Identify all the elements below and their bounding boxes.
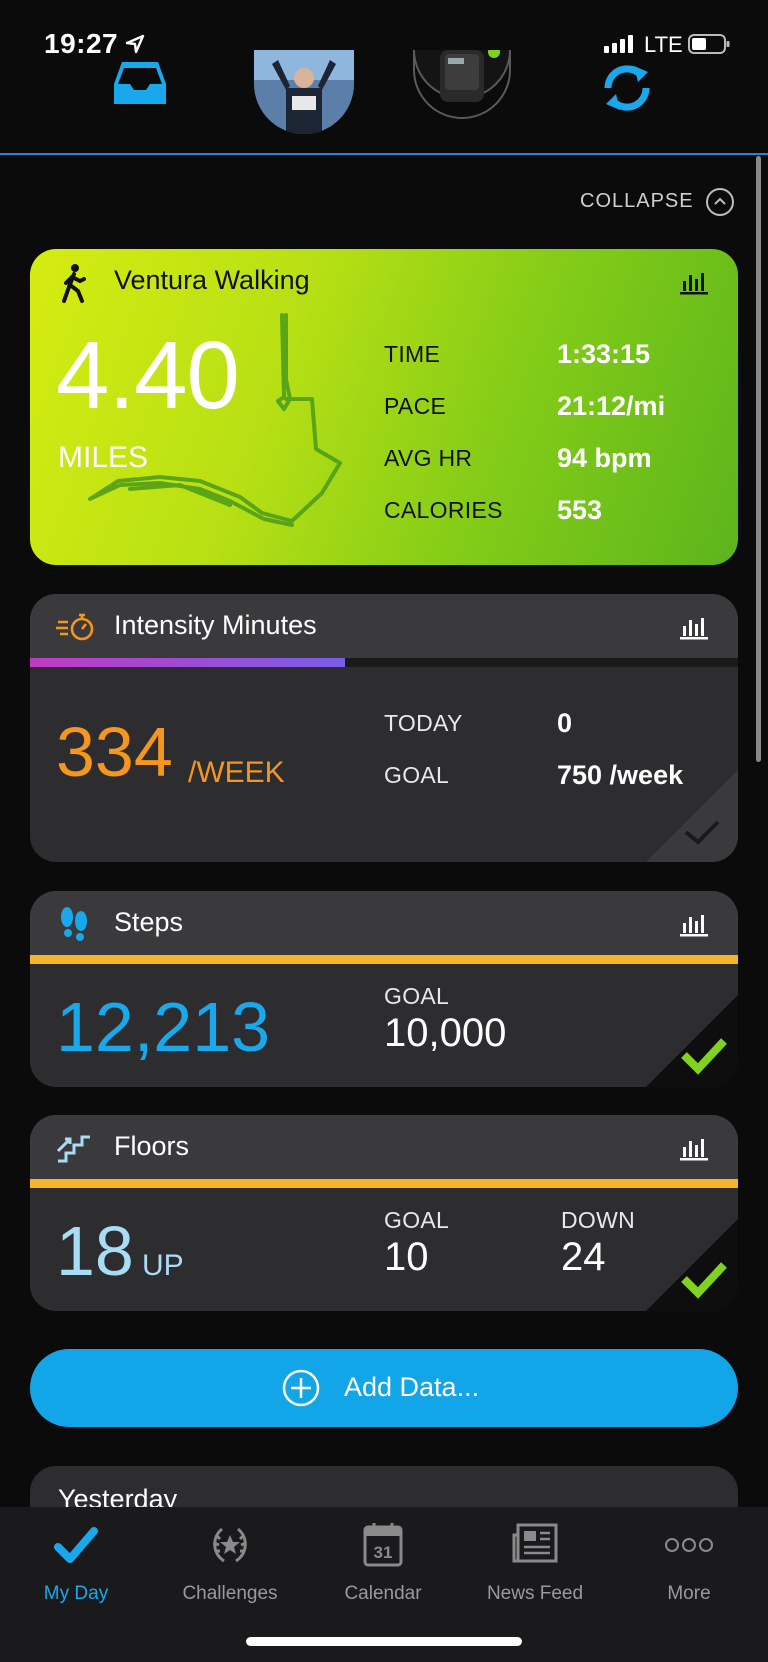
activity-title: Ventura Walking	[114, 265, 310, 295]
metric-value: 1:33:15	[557, 339, 651, 369]
floors-progress-fill	[30, 1179, 738, 1188]
newspaper-icon	[512, 1523, 558, 1563]
metric-value: 21:12/mi	[557, 391, 666, 421]
sync-icon[interactable]	[598, 62, 656, 114]
steps-value: 12,213	[56, 988, 271, 1066]
down-label: DOWN	[561, 1207, 636, 1233]
goal-incomplete-check-icon	[646, 770, 738, 862]
tab-label: News Feed	[486, 1583, 584, 1604]
metric-label: AVG HR	[384, 445, 473, 471]
battery-icon	[688, 34, 730, 54]
activity-unit: MILES	[58, 441, 149, 474]
tab-label: More	[667, 1583, 711, 1604]
metric-label: TIME	[384, 341, 441, 367]
calendar-icon-date: 31	[373, 1543, 393, 1562]
tab-label: My Day	[43, 1583, 109, 1604]
floors-title: Floors	[114, 1131, 190, 1161]
goal-value: 10	[384, 1235, 429, 1279]
network-type: LTE	[644, 32, 683, 57]
metric-value: 553	[557, 495, 603, 525]
more-dots-icon	[665, 1538, 713, 1552]
chart-icon[interactable]	[680, 269, 708, 295]
walking-icon	[62, 264, 86, 303]
activity-card[interactable]: Ventura Walking 4.40 MILES TIME 1:33:15 …	[30, 249, 738, 565]
signal-strength-icon	[604, 35, 633, 53]
laurel-icon	[213, 1527, 247, 1563]
today-label: TODAY	[384, 710, 463, 736]
profile-avatar[interactable]	[254, 50, 354, 134]
collapse-button[interactable]	[706, 188, 734, 216]
footprints-icon	[61, 907, 87, 941]
stopwatch-icon	[56, 613, 94, 641]
steps-title: Steps	[114, 907, 184, 937]
location-arrow-icon	[125, 34, 145, 54]
chart-icon[interactable]	[680, 614, 708, 640]
collapse-label[interactable]: COLLAPSE	[580, 190, 694, 213]
today-value: 0	[557, 708, 573, 738]
chart-icon[interactable]	[680, 911, 708, 937]
chart-icon[interactable]	[680, 1135, 708, 1161]
add-data-label: Add Data...	[344, 1372, 480, 1402]
checkmark-icon	[54, 1527, 98, 1563]
floors-card[interactable]: Floors 18 UP GOAL 10 DOWN 24	[30, 1115, 738, 1311]
goal-complete-check-icon	[646, 995, 738, 1087]
goal-label: GOAL	[384, 762, 450, 788]
intensity-progress-fill	[30, 658, 346, 667]
tab-label: Calendar	[344, 1583, 422, 1604]
goal-complete-check-icon	[646, 1219, 738, 1311]
metric-value: 94 bpm	[557, 443, 652, 473]
stairs-icon	[56, 1135, 90, 1163]
intensity-value: 334	[56, 713, 173, 791]
metric-label: PACE	[384, 393, 447, 419]
header-divider	[0, 153, 768, 155]
intensity-title: Intensity Minutes	[114, 610, 317, 640]
metric-label: CALORIES	[384, 497, 503, 523]
inbox-icon[interactable]	[112, 58, 168, 108]
intensity-unit: /WEEK	[188, 756, 285, 789]
steps-progress-track	[30, 955, 738, 964]
floors-unit: UP	[142, 1249, 184, 1282]
steps-card[interactable]: Steps 12,213 GOAL 10,000	[30, 891, 738, 1087]
goal-label: GOAL	[384, 983, 450, 1009]
goal-value: 10,000	[384, 1011, 507, 1055]
tab-label: Challenges	[182, 1583, 278, 1604]
home-indicator	[246, 1637, 522, 1646]
intensity-progress-track	[30, 658, 738, 667]
goal-label: GOAL	[384, 1207, 450, 1233]
scrollbar[interactable]	[756, 156, 761, 762]
floors-progress-track	[30, 1179, 738, 1188]
status-time: 19:27	[44, 28, 119, 59]
steps-progress-fill	[30, 955, 738, 964]
floors-value: 18	[56, 1212, 134, 1290]
plus-circle-icon	[282, 1369, 320, 1407]
intensity-card[interactable]: Intensity Minutes 334 /WEEK TODAY 0 GOAL…	[30, 594, 738, 862]
add-data-button[interactable]: Add Data...	[30, 1349, 738, 1427]
activity-distance: 4.40	[56, 322, 240, 429]
chevron-up-icon	[714, 197, 726, 205]
down-value: 24	[561, 1235, 606, 1279]
device-watch-icon[interactable]	[412, 50, 512, 136]
